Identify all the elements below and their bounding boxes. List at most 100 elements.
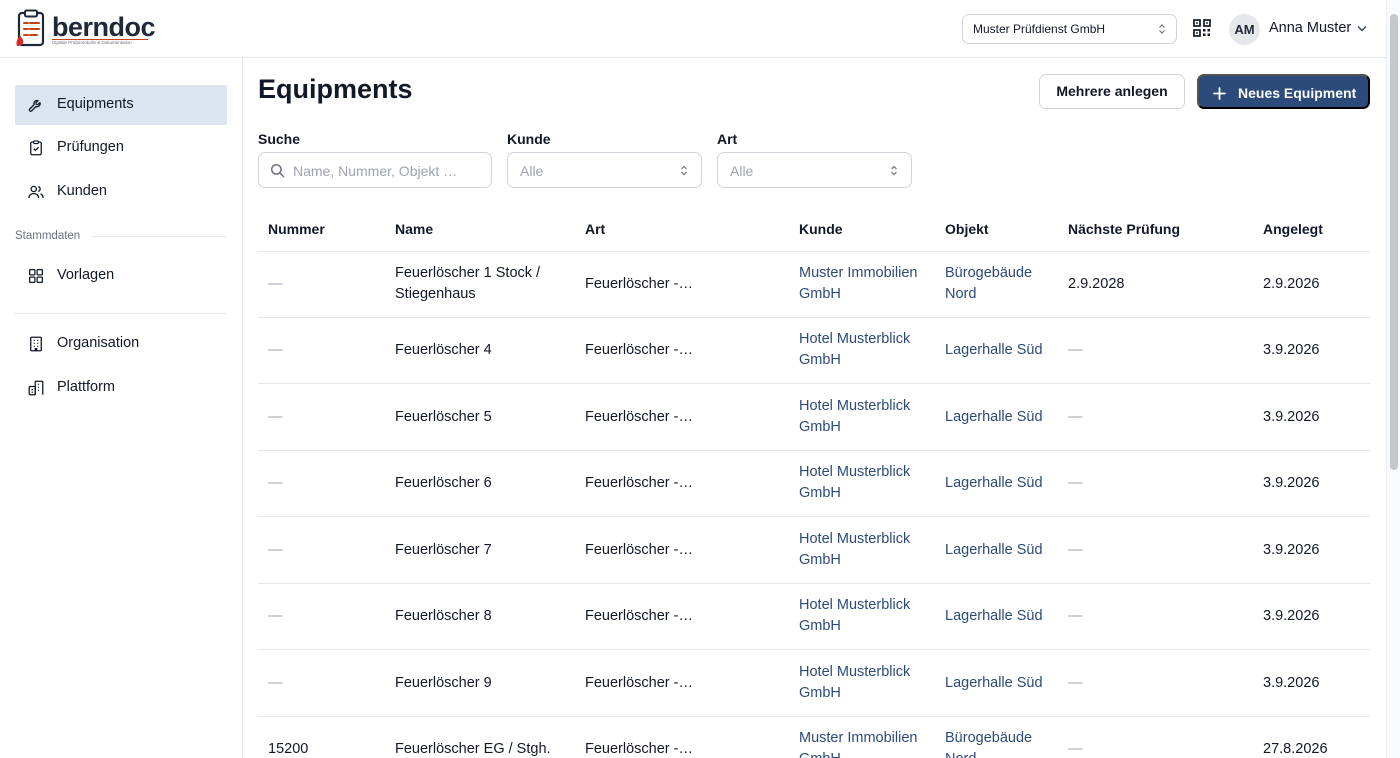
cell-kunde-link-line[interactable]: Hotel Musterblick — [799, 662, 910, 683]
table-row[interactable]: 15200 Feuerlöscher EG / Stgh. Feuerlöscher… — [258, 717, 1370, 758]
building-icon — [30, 336, 42, 352]
sidebar-item-label: Prüfungen — [57, 139, 124, 155]
cell-kunde-link[interactable]: Hotel Musterblick GmbH — [799, 529, 910, 571]
cell-kunde-link-line[interactable]: Hotel Musterblick — [799, 329, 910, 350]
cell-objekt-link[interactable]: Lagerhalle Süd — [945, 407, 1043, 428]
cell-angelegt: 3.9.2026 — [1263, 608, 1320, 624]
cell-kunde-link-line[interactable]: GmbH — [799, 350, 910, 371]
cell-kunde-link[interactable]: Muster ImmobilienGmbH — [799, 263, 917, 305]
cell-art: Feuerlöscher - Pulverlöscher — [585, 608, 695, 624]
column-header-name[interactable]: Name — [395, 221, 433, 237]
cell-objekt-link[interactable]: Lagerhalle Süd — [945, 673, 1043, 694]
buildings-icon — [28, 380, 44, 396]
qr-code-icon[interactable] — [1193, 19, 1211, 37]
cell-kunde-link-line[interactable]: GmbH — [799, 616, 910, 637]
cell-kunde-link-line[interactable]: Hotel Musterblick — [799, 396, 910, 417]
table-row[interactable]: — Feuerlöscher 5 Feuerlöscher - Pulverlösc… — [258, 385, 1370, 451]
cell-art: Feuerlöscher - Pulverlöscher — [585, 542, 695, 558]
cell-nummer: — — [268, 675, 283, 691]
cell-naechste-pruefung: — — [1068, 475, 1083, 491]
cell-kunde-link-line[interactable]: Muster Immobilien — [799, 263, 917, 284]
cell-kunde-link-line[interactable]: GmbH — [799, 417, 910, 438]
sidebar-item-equipments[interactable]: Equipments — [15, 85, 227, 125]
updown-chevron-icon — [891, 165, 897, 176]
user-avatar[interactable]: AM — [1229, 14, 1260, 45]
cell-objekt-link-line[interactable]: Nord — [945, 284, 1032, 305]
updown-chevron-icon — [681, 165, 687, 176]
kunde-filter-label: Kunde — [507, 131, 551, 147]
table-row[interactable]: — Feuerlöscher 1 Stock / Stiegenhaus Feuerl… — [258, 252, 1370, 318]
table-row[interactable]: — Feuerlöscher 8 Feuerlöscher - Pulverlösc… — [258, 584, 1370, 650]
cell-name: Feuerlöscher EG / Stgh. — [395, 741, 551, 757]
sidebar-item-organisation[interactable]: Organisation — [15, 324, 227, 364]
cell-kunde-link-line[interactable]: GmbH — [799, 683, 910, 704]
column-header-kunde[interactable]: Kunde — [799, 221, 843, 237]
cell-objekt-link[interactable]: BürogebäudeNord — [945, 263, 1032, 305]
cell-kunde-link[interactable]: Hotel Musterblick GmbH — [799, 462, 910, 504]
cell-kunde-link[interactable]: Hotel Musterblick GmbH — [799, 595, 910, 637]
users-icon — [28, 185, 44, 199]
sidebar-item-label: Vorlagen — [57, 267, 115, 283]
cell-kunde-link[interactable]: Muster ImmobilienGmbH — [799, 728, 917, 758]
organization-select[interactable]: Muster Prüfdienst GmbH — [962, 14, 1177, 44]
page-scrollbar[interactable] — [1386, 0, 1400, 758]
cell-kunde-link-line[interactable]: Hotel Musterblick — [799, 595, 910, 616]
search-input[interactable]: Name, Nummer, Objekt … — [258, 152, 492, 188]
cell-kunde-link-line[interactable]: GmbH — [799, 284, 917, 305]
cell-nummer: — — [268, 342, 283, 358]
table-row[interactable]: — Feuerlöscher 7 Feuerlöscher - Pulverlösc… — [258, 518, 1370, 584]
cell-kunde-link-line[interactable]: Hotel Musterblick — [799, 462, 910, 483]
cell-objekt-link[interactable]: Lagerhalle Süd — [945, 540, 1043, 561]
cell-objekt-link[interactable]: Lagerhalle Süd — [945, 606, 1043, 627]
cell-naechste-pruefung: — — [1068, 741, 1083, 757]
user-name[interactable]: Anna Muster — [1269, 20, 1351, 36]
table-row[interactable]: — Feuerlöscher 6 Feuerlöscher - Pulverlösc… — [258, 451, 1370, 517]
cell-objekt-link[interactable]: Lagerhalle Süd — [945, 340, 1043, 361]
cell-objekt-link[interactable]: Lagerhalle Süd — [945, 473, 1043, 494]
column-header-art[interactable]: Art — [585, 221, 605, 237]
cell-objekt-link-line[interactable]: Nord — [945, 749, 1032, 758]
wrench-icon — [28, 99, 41, 112]
grid-icon — [28, 268, 44, 284]
cell-angelegt: 2.9.2026 — [1263, 276, 1320, 292]
cell-nummer: — — [268, 542, 283, 558]
sidebar-item-vorlagen[interactable]: Vorlagen — [15, 256, 227, 296]
berndoc-logo[interactable]: berndoc Digitale Prüfprotokolle & Dokume… — [14, 9, 156, 49]
sidebar-item-kunden[interactable]: Kunden — [15, 172, 227, 212]
cell-art: Feuerlöscher - Pulverlöscher — [585, 675, 695, 691]
art-filter-value: Alle — [730, 163, 754, 179]
scrollbar-thumb[interactable] — [1390, 14, 1398, 470]
sidebar-item-plattform[interactable]: Plattform — [15, 368, 227, 408]
cell-kunde-link[interactable]: Hotel Musterblick GmbH — [799, 396, 910, 438]
cell-objekt-link[interactable]: BürogebäudeNord — [945, 728, 1032, 758]
updown-chevron-icon — [1159, 24, 1165, 34]
cell-name: Feuerlöscher 5 — [395, 409, 492, 425]
chevron-down-icon[interactable] — [1357, 25, 1367, 32]
column-header-objekt[interactable]: Objekt — [945, 221, 989, 237]
column-header-naechste-pruefung[interactable]: Nächste Prüfung — [1068, 221, 1180, 237]
sidebar-item-pruefungen[interactable]: Prüfungen — [15, 128, 227, 168]
cell-kunde-link-line[interactable]: GmbH — [799, 550, 910, 571]
cell-angelegt: 3.9.2026 — [1263, 409, 1320, 425]
cell-nummer: — — [268, 276, 283, 292]
cell-kunde-link[interactable]: Hotel Musterblick GmbH — [799, 329, 910, 371]
table-row[interactable]: — Feuerlöscher 4 Feuerlöscher - Pulverlösc… — [258, 318, 1370, 384]
art-filter-label: Art — [717, 131, 738, 147]
column-header-angelegt[interactable]: Angelegt — [1263, 221, 1323, 237]
cell-kunde-link-line[interactable]: GmbH — [799, 749, 917, 758]
cell-kunde-link-line[interactable]: Hotel Musterblick — [799, 529, 910, 550]
sidebar-item-label: Plattform — [57, 379, 116, 395]
cell-kunde-link-line[interactable]: Muster Immobilien — [799, 728, 917, 749]
cell-name-line: Feuerlöscher 1 Stock / — [395, 265, 541, 281]
kunde-filter-select[interactable]: Alle — [507, 152, 702, 188]
table-row[interactable]: — Feuerlöscher 9 Feuerlöscher - Pulverlösc… — [258, 651, 1370, 717]
new-equipment-button[interactable]: Neues Equipment — [1197, 74, 1370, 109]
column-header-nummer[interactable]: Nummer — [268, 221, 325, 237]
cell-nummer: — — [268, 409, 283, 425]
cell-kunde-link[interactable]: Hotel Musterblick GmbH — [799, 662, 910, 704]
cell-objekt-link-line[interactable]: Bürogebäude — [945, 728, 1032, 749]
art-filter-select[interactable]: Alle — [717, 152, 912, 188]
cell-objekt-link-line[interactable]: Bürogebäude — [945, 263, 1032, 284]
cell-kunde-link-line[interactable]: GmbH — [799, 483, 910, 504]
bulk-create-button[interactable]: Mehrere anlegen — [1039, 74, 1185, 109]
